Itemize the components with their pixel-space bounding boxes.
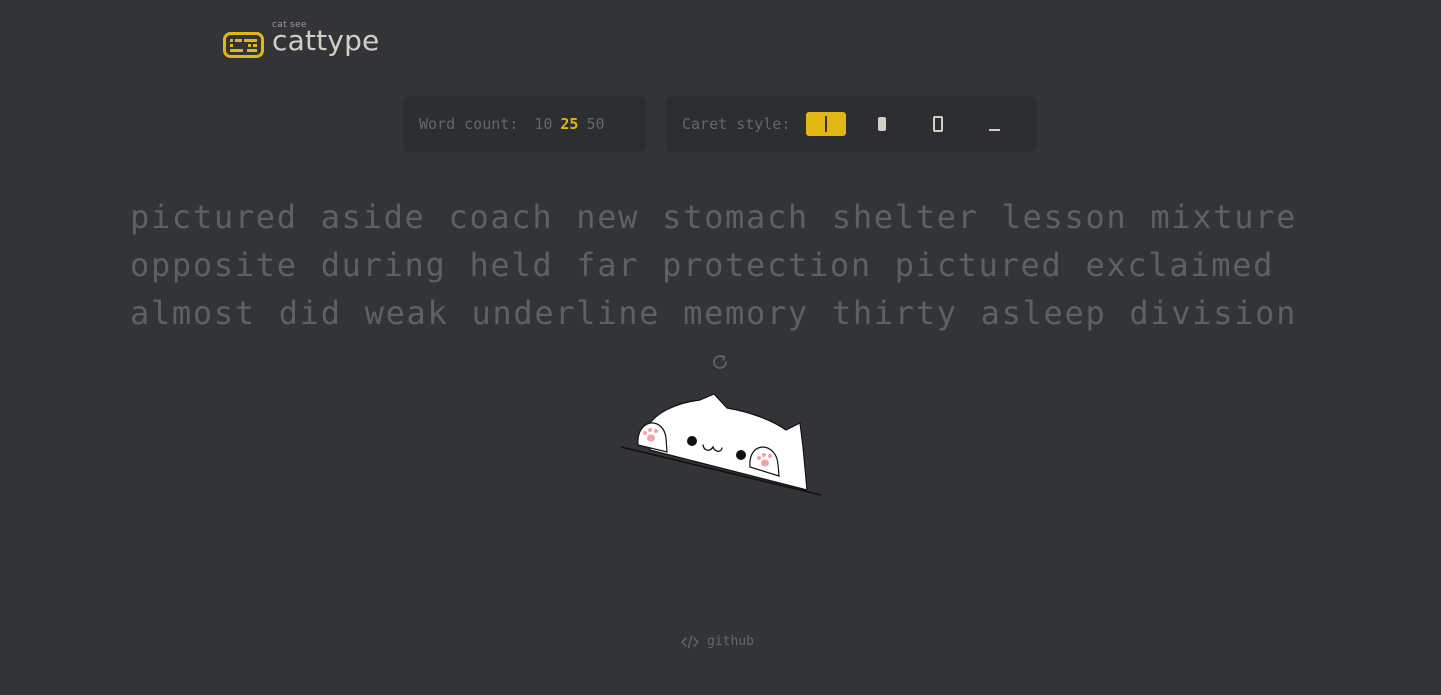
word-count-option-10[interactable]: 10 [534, 115, 552, 133]
code-icon [681, 635, 699, 648]
caret-style-outline-button[interactable] [918, 112, 958, 136]
caret-outline-icon [933, 116, 944, 132]
words-line: pictured aside coach new stomach shelter… [130, 198, 1298, 236]
app-logo[interactable]: cat see cattype [223, 18, 379, 60]
caret-underline-icon [988, 129, 1000, 131]
typing-test-words[interactable]: pictured aside coach new stomach shelter… [130, 193, 1310, 337]
caret-style-panel: Caret style: [666, 96, 1037, 152]
caret-line-icon [825, 116, 828, 132]
restart-button[interactable] [709, 351, 731, 373]
caret-style-underline-button[interactable] [974, 112, 1014, 136]
logo-subtitle: cat see [272, 20, 307, 30]
caret-style-line-button[interactable] [806, 112, 847, 136]
word-count-option-50[interactable]: 50 [586, 115, 604, 133]
caret-block-icon [878, 117, 887, 131]
caret-style-block-button[interactable] [862, 112, 902, 136]
github-label: github [707, 634, 754, 649]
keyboard-logo-icon [223, 32, 264, 58]
cat-illustration [620, 393, 822, 496]
words-line: opposite during held far protection pict… [130, 246, 1275, 284]
word-count-label: Word count: [419, 115, 519, 133]
word-count-panel: Word count: 10 25 50 [403, 96, 646, 152]
caret-style-label: Caret style: [682, 115, 791, 133]
restart-icon [713, 355, 727, 369]
word-count-option-25[interactable]: 25 [560, 115, 578, 133]
words-line: almost did weak underline memory thirty … [130, 294, 1298, 332]
github-link[interactable]: github [680, 634, 754, 649]
